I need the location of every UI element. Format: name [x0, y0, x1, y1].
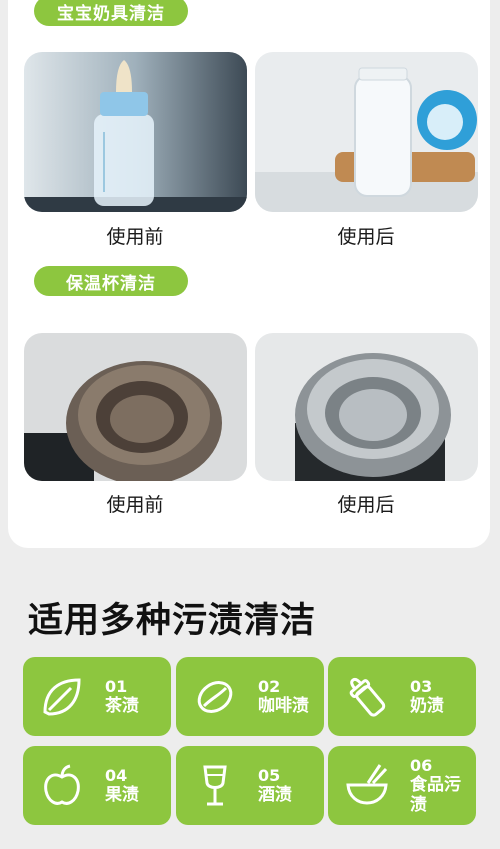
- baby-bottle-icon: [349, 677, 386, 717]
- stain-number: 01: [105, 676, 128, 696]
- stain-tile-fruit: 04 果渍: [23, 746, 171, 825]
- stains-heading: 适用多种污渍清洁: [28, 601, 317, 641]
- section-title: 宝宝奶具清洁: [57, 3, 165, 24]
- stain-label: 酒渍: [258, 784, 292, 805]
- stain-tile-tea: 01 茶渍: [23, 657, 171, 736]
- stain-label: 茶渍: [105, 695, 139, 716]
- thermos-section-tag: 保温杯清洁: [34, 266, 188, 296]
- thermos-before-photo: [24, 333, 247, 481]
- leaf-icon: [43, 677, 81, 716]
- baby-bottle-after-photo: [255, 52, 478, 212]
- stain-number: 02: [258, 676, 281, 696]
- baby-bottle-before-photo: [24, 52, 247, 212]
- stain-tile-wine: 05 酒渍: [176, 746, 324, 825]
- baby-bottle-section-tag: 宝宝奶具清洁: [34, 0, 188, 26]
- apple-icon: [44, 764, 80, 805]
- coffee-bean-icon: [197, 680, 233, 713]
- stain-label: 咖啡渍: [258, 695, 309, 716]
- before-caption: 使用前: [106, 494, 164, 516]
- stain-number: 04: [105, 765, 128, 785]
- stain-tile-coffee: 02 咖啡渍: [176, 657, 324, 736]
- stain-label: 食品污渍: [410, 774, 461, 816]
- food-bowl-icon: [346, 763, 388, 805]
- thermos-after-photo: [255, 333, 478, 481]
- stain-number: 05: [258, 765, 281, 785]
- stain-label: 果渍: [105, 784, 139, 805]
- stain-tile-milk: 03 奶渍: [328, 657, 476, 736]
- stain-number: 06: [410, 755, 433, 775]
- comparison-card: 宝宝奶具清洁 使用前 使用后 保温杯清洁 使用前 使用后: [8, 0, 490, 548]
- section-title: 保温杯清洁: [66, 273, 156, 294]
- stain-tile-food: 06 食品污渍: [328, 746, 476, 825]
- after-caption: 使用后: [337, 494, 395, 516]
- stain-number: 03: [410, 676, 433, 696]
- wine-glass-icon: [203, 765, 227, 805]
- after-caption: 使用后: [337, 226, 395, 248]
- before-caption: 使用前: [106, 226, 164, 248]
- stain-label: 奶渍: [410, 695, 444, 716]
